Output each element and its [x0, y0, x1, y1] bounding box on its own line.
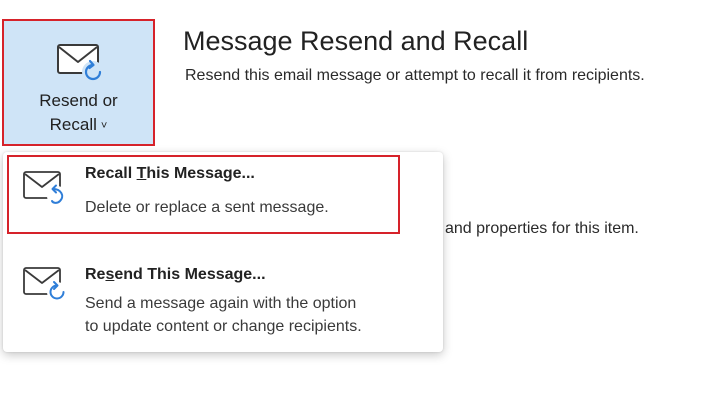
- recall-description: Delete or replace a sent message.: [85, 199, 329, 216]
- section-description: Resend this email message or attempt to …: [185, 67, 645, 84]
- resend-recall-label-line2: Recall ˅: [4, 115, 153, 135]
- resend-title: Resend This Message...: [85, 266, 266, 284]
- chevron-down-icon: ˅: [100, 120, 108, 132]
- outlook-backstage: Resend or Recall ˅ Message Resend and Rec…: [0, 0, 720, 404]
- menu-item-recall-this-message[interactable]: Recall This Message... Delete or replace…: [3, 152, 443, 234]
- recall-title-accesskey: T: [136, 165, 147, 182]
- resend-title-post: end This Message...: [114, 266, 266, 283]
- resend-description-line2: to update content or change recipients.: [85, 318, 362, 335]
- menu-item-resend-this-message[interactable]: Resend This Message... Send a message ag…: [3, 252, 443, 344]
- recall-title: Recall This Message...: [85, 165, 255, 183]
- envelope-resend-icon: [23, 267, 67, 302]
- envelope-refresh-icon: [57, 44, 104, 83]
- resend-recall-label-text: Recall: [49, 115, 97, 134]
- properties-description-partial: and properties for this item.: [445, 220, 639, 237]
- resend-recall-label-line1: Resend or: [39, 91, 118, 110]
- resend-or-recall-button[interactable]: Resend or Recall ˅: [2, 19, 155, 146]
- resend-description-line1: Send a message again with the option: [85, 295, 357, 312]
- section-title: Message Resend and Recall: [183, 26, 529, 56]
- resend-recall-menu: Recall This Message... Delete or replace…: [3, 152, 443, 352]
- recall-title-pre: Recall: [85, 165, 137, 182]
- envelope-recall-icon: [23, 171, 67, 206]
- recall-title-post: his Message...: [146, 165, 255, 182]
- resend-title-pre: Re: [85, 266, 106, 283]
